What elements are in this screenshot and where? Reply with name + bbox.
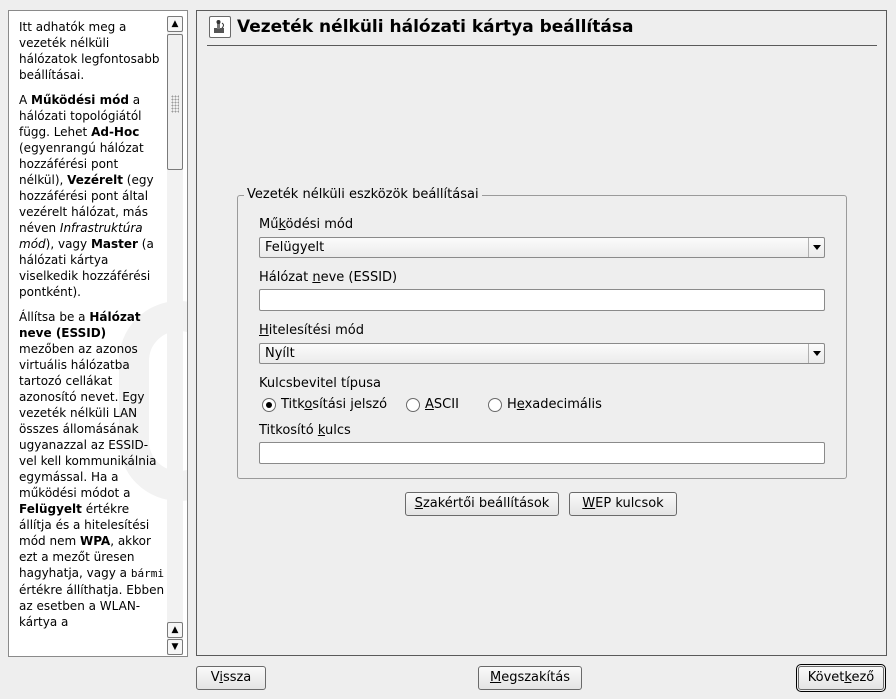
auth-mode-select[interactable]: Nyílt: [259, 343, 825, 364]
expert-settings-button[interactable]: Szakértői beállítások: [405, 492, 559, 516]
abort-button[interactable]: Megszakítás: [478, 666, 582, 690]
radio-circle-icon[interactable]: [262, 398, 276, 412]
back-button[interactable]: Vissza: [196, 666, 266, 690]
help-text-run: Ad-Hoc: [91, 125, 140, 139]
help-text-run: WPA: [79, 534, 111, 548]
grip-icon: [171, 95, 179, 113]
encryption-key-input[interactable]: [259, 442, 825, 464]
help-text-run: ), vagy: [45, 237, 91, 251]
page-title: Vezeték nélküli hálózati kártya beállítá…: [237, 17, 634, 37]
auth-mode-label: Hitelesítési mód: [259, 323, 364, 338]
help-paragraph: Itt adhatók meg a vezeték nélküli hálóza…: [19, 19, 165, 83]
help-text-run: Felügyelt: [19, 502, 82, 516]
help-text-run: Vezérelt: [67, 173, 123, 187]
auth-mode-value: Nyílt: [265, 346, 295, 361]
radio-ascii-label: ASCII: [425, 397, 459, 412]
network-card-icon: [209, 16, 231, 38]
help-text-run: Itt adhatók meg a vezeték nélküli hálóza…: [19, 20, 160, 82]
essid-input[interactable]: [259, 289, 825, 311]
help-text-run: értékre állíthatja. Ebben az esetben a W…: [19, 583, 165, 629]
help-paragraph: A Működési mód a hálózati topológiától f…: [19, 92, 165, 300]
chevron-down-icon[interactable]: [808, 238, 824, 257]
chevron-down-icon[interactable]: [808, 344, 824, 363]
operating-mode-label: Működési mód: [259, 217, 354, 232]
help-text-run: mezőben az azonos virtuális hálózatba ta…: [19, 342, 157, 500]
radio-circle-icon[interactable]: [488, 398, 502, 412]
help-text-run: bármi: [130, 567, 164, 580]
next-button[interactable]: Következő: [796, 664, 886, 692]
arrow-down-icon[interactable]: ▼: [167, 639, 183, 655]
help-text: Itt adhatók meg a vezeték nélküli hálóza…: [19, 19, 165, 639]
encryption-key-label: Titkosító kulcs: [259, 423, 351, 438]
help-paragraph: Állítsa be a Hálózat neve (ESSID) mezőbe…: [19, 309, 165, 630]
radio-passphrase-label: Titkosítási jelszó: [281, 397, 388, 412]
help-scrollbar[interactable]: ▲ ▲ ▼: [167, 16, 183, 655]
main-panel: Vezeték nélküli hálózati kártya beállítá…: [196, 10, 887, 656]
radio-circle-icon[interactable]: [406, 398, 420, 412]
key-input-type-label: Kulcsbevitel típusa: [259, 376, 381, 391]
help-text-run: A: [19, 93, 32, 107]
wireless-settings-frame: Vezeték nélküli eszközök beállításai Műk…: [237, 187, 847, 479]
radio-hexadecimal-label: Hexadecimális: [507, 397, 602, 412]
help-panel: Itt adhatók meg a vezeték nélküli hálóza…: [8, 10, 188, 657]
arrow-up-icon[interactable]: ▲: [167, 622, 183, 638]
arrow-up-icon[interactable]: ▲: [167, 16, 183, 32]
frame-legend: Vezeték nélküli eszközök beállításai: [244, 187, 482, 203]
help-text-run: Állítsa be a: [19, 310, 90, 324]
operating-mode-select[interactable]: Felügyelt: [259, 237, 825, 258]
help-text-run: Működési mód: [31, 93, 129, 107]
operating-mode-value: Felügyelt: [265, 240, 325, 255]
scrollbar-thumb[interactable]: [167, 34, 183, 170]
wep-keys-button[interactable]: WEP kulcsok: [569, 492, 677, 516]
essid-label: Hálózat neve (ESSID): [259, 270, 398, 285]
title-divider: [207, 45, 877, 46]
help-text-run: Master: [90, 237, 138, 251]
